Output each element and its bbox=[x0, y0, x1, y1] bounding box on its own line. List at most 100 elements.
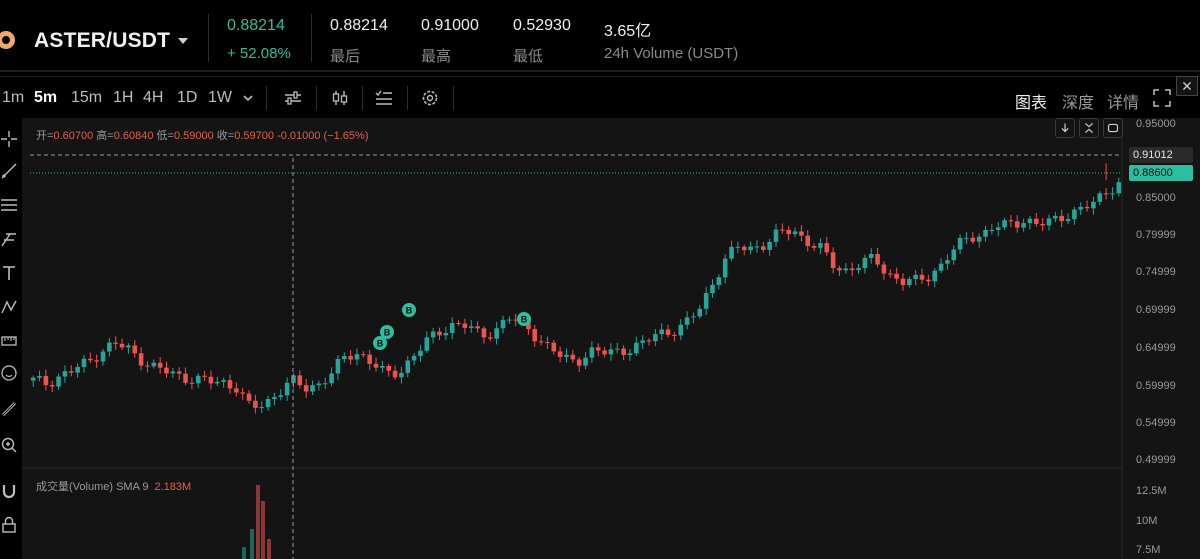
measure-tool-icon[interactable] bbox=[0, 332, 18, 350]
timeframe-1d[interactable]: 1D bbox=[177, 89, 197, 107]
indicator-settings-icon[interactable] bbox=[283, 88, 303, 108]
timeframe-1h[interactable]: 1H bbox=[113, 89, 133, 107]
candle-type-icon[interactable] bbox=[330, 88, 350, 108]
price-axis-tick: 0.79999 bbox=[1136, 229, 1176, 241]
gear-icon[interactable] bbox=[420, 88, 440, 108]
ohlc-low-label: 低= bbox=[156, 130, 174, 142]
timeframe-5m[interactable]: 5m bbox=[34, 89, 57, 107]
divider bbox=[311, 14, 312, 62]
candle-body bbox=[297, 375, 303, 386]
candle-body bbox=[1065, 219, 1071, 222]
arrow-down-icon[interactable] bbox=[1055, 118, 1075, 138]
candle-body bbox=[1021, 223, 1026, 228]
timeframe-1m[interactable]: 1m bbox=[2, 89, 24, 107]
ohlc-close-label: 收= bbox=[216, 130, 235, 142]
price-axis-tick: 0.59999 bbox=[1136, 380, 1176, 392]
text-tool-icon[interactable] bbox=[0, 264, 18, 282]
candle-body bbox=[507, 319, 512, 321]
ohlc-high-value: 0.60840 bbox=[113, 130, 154, 142]
candle-body bbox=[418, 350, 423, 356]
chart-toolbar: 1m 5m 15m 1H 4H 1D 1W 图表 深度 详情 bbox=[0, 76, 1200, 118]
candle-body bbox=[621, 348, 626, 356]
candle-body bbox=[938, 263, 944, 271]
candle-body bbox=[786, 229, 791, 235]
stat-last-value: 0.88214 bbox=[330, 17, 388, 34]
candle-body bbox=[437, 331, 442, 336]
candle-body bbox=[678, 324, 684, 336]
magnet-icon[interactable] bbox=[0, 482, 18, 500]
candle-body bbox=[246, 393, 252, 401]
collapse-icon[interactable] bbox=[1079, 118, 1099, 138]
candle-body bbox=[481, 328, 487, 338]
fullscreen-icon[interactable] bbox=[1152, 88, 1172, 108]
candle-body bbox=[310, 385, 315, 392]
candle-body bbox=[1002, 220, 1007, 228]
candle-body bbox=[837, 268, 842, 271]
ruler-icon[interactable] bbox=[0, 400, 18, 418]
horizontal-lines-icon[interactable] bbox=[0, 196, 18, 214]
candle-body bbox=[373, 363, 379, 368]
timeframe-4h[interactable]: 4H bbox=[143, 89, 163, 107]
volume-bar bbox=[250, 529, 254, 559]
candle-body bbox=[1053, 215, 1058, 219]
candlestick-plot[interactable]: BBBB bbox=[22, 118, 1200, 559]
candle-body bbox=[119, 343, 125, 348]
buy-marker-label: B bbox=[377, 339, 384, 349]
candle-body bbox=[538, 341, 544, 343]
aster-logo-icon bbox=[0, 31, 15, 49]
candle-body bbox=[646, 340, 652, 342]
tab-details[interactable]: 详情 bbox=[1107, 89, 1139, 113]
candle-body bbox=[348, 356, 353, 360]
tab-chart[interactable]: 图表 bbox=[1015, 89, 1047, 113]
indicators-list-icon[interactable] bbox=[374, 88, 394, 108]
candle-body bbox=[100, 351, 106, 362]
candle-body bbox=[183, 373, 188, 383]
pattern-tool-icon[interactable] bbox=[0, 298, 18, 316]
volume-bar bbox=[256, 485, 260, 559]
tab-depth[interactable]: 深度 bbox=[1062, 89, 1094, 113]
volume-legend-label: 成交量(Volume) SMA 9 bbox=[36, 481, 149, 493]
candle-body bbox=[449, 323, 455, 333]
buy-marker-label: B bbox=[406, 306, 413, 316]
candle-body bbox=[75, 366, 80, 373]
lock-drawings-icon[interactable] bbox=[0, 516, 18, 534]
candle-body bbox=[767, 241, 772, 250]
candle-body bbox=[989, 229, 995, 231]
candle-body bbox=[653, 334, 658, 342]
candle-body bbox=[354, 354, 360, 360]
candle-body bbox=[37, 375, 42, 378]
refresh-icon[interactable] bbox=[1103, 118, 1123, 138]
candle-body bbox=[564, 354, 569, 357]
candle-body bbox=[1014, 221, 1020, 228]
emoji-icon[interactable] bbox=[0, 364, 18, 382]
price-axis-tick: 0.69999 bbox=[1136, 304, 1176, 316]
timeframe-1w[interactable]: 1W bbox=[208, 89, 232, 107]
candle-body bbox=[887, 273, 893, 275]
candle-body bbox=[691, 316, 696, 318]
candle-body bbox=[88, 358, 93, 361]
candle-body bbox=[475, 326, 480, 329]
timeframe-15m[interactable]: 15m bbox=[71, 89, 102, 107]
zoom-in-icon[interactable] bbox=[0, 436, 18, 454]
ticker-header: ASTER/USDT 0.88214 + 52.08% 0.88214 最后 0… bbox=[0, 0, 1200, 72]
price-chart[interactable]: BBBB 开=0.60700 高=0.60840 低=0.59000 收=0.5… bbox=[22, 118, 1200, 559]
volume-legend-value: 2.183M bbox=[154, 481, 192, 493]
candle-body bbox=[157, 362, 163, 368]
trend-line-icon[interactable] bbox=[0, 162, 18, 180]
candle-body bbox=[970, 237, 976, 242]
candle-body bbox=[284, 382, 290, 396]
chevron-down-icon[interactable] bbox=[178, 38, 188, 44]
candle-body bbox=[735, 246, 741, 248]
chevron-down-icon[interactable] bbox=[238, 88, 258, 108]
pair-selector[interactable]: ASTER/USDT bbox=[34, 29, 170, 53]
fib-tool-icon[interactable] bbox=[0, 230, 18, 248]
price-axis-tick: 0.74999 bbox=[1136, 266, 1176, 278]
candle-body bbox=[81, 358, 87, 367]
candle-body bbox=[1103, 193, 1109, 195]
candle-body bbox=[729, 246, 734, 259]
candle-body bbox=[881, 264, 887, 274]
close-icon[interactable] bbox=[1176, 76, 1198, 96]
candle-body bbox=[126, 345, 131, 348]
candle-body bbox=[551, 342, 557, 352]
crosshair-icon[interactable] bbox=[0, 130, 18, 148]
